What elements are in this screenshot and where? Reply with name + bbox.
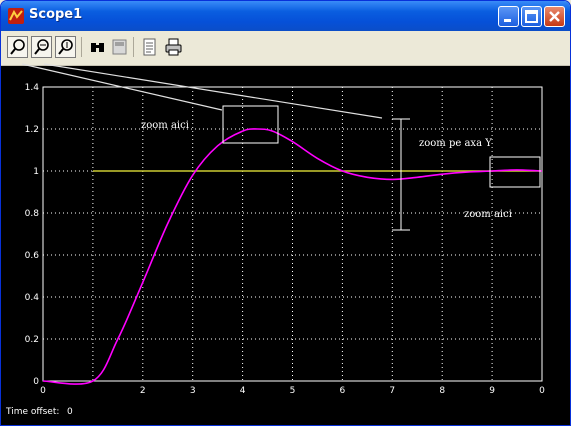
zoom-box-steady	[489, 156, 541, 188]
params-icon	[143, 38, 156, 56]
x-tick-label: 6	[340, 386, 346, 396]
print-button[interactable]	[163, 36, 184, 58]
x-tick-label: 9	[489, 386, 495, 396]
close-button[interactable]	[544, 6, 565, 27]
title-bar[interactable]: Scope1	[1, 1, 570, 31]
annotation-zoom-y: zoom pe axa Y	[419, 138, 492, 149]
x-tick-label: 8	[439, 386, 445, 396]
y-tick-label: 1.4	[25, 83, 40, 93]
y-tick-label: 0.2	[25, 335, 39, 345]
annotation-zoom-right: zoom aici	[464, 209, 512, 220]
annotation-zoom-top: zoom aici	[141, 120, 189, 131]
window-title: Scope1	[29, 7, 83, 22]
y-tick-label: 0.4	[25, 293, 40, 303]
zoom-y-icon	[58, 39, 73, 55]
toolbar-separator	[81, 37, 82, 57]
y-tick-label: 1	[33, 167, 39, 177]
time-offset-value: 0	[67, 407, 73, 417]
zoom-box-overshoot	[222, 105, 279, 144]
zoom-y-button[interactable]	[55, 36, 76, 58]
x-tick-label: 5	[290, 386, 296, 396]
save-axes-button[interactable]	[109, 36, 130, 58]
time-offset-label: Time offset:	[6, 407, 60, 417]
print-icon	[165, 38, 182, 56]
simulink-icon	[8, 8, 24, 24]
zoom-button[interactable]	[7, 36, 28, 58]
x-tick-label: 4	[240, 386, 246, 396]
minimize-icon	[504, 19, 511, 22]
toolbar-separator	[133, 37, 134, 57]
save-axes-icon	[112, 39, 127, 55]
zoom-x-icon	[34, 39, 49, 55]
y-tick-label: 0.6	[25, 251, 40, 261]
x-tick-label: 0	[539, 386, 545, 396]
maximize-icon	[525, 10, 538, 23]
x-tick-label: 3	[190, 386, 196, 396]
binoculars-icon	[91, 43, 104, 52]
maximize-button[interactable]	[521, 6, 542, 27]
parameters-button[interactable]	[139, 36, 160, 58]
x-tick-label: 2	[140, 386, 146, 396]
close-icon	[549, 11, 560, 22]
scope-chart[interactable]: 0 2 3 4 5 6 7 8 9 000.20.40.60.811.21.4zoom aiciz…	[1, 66, 570, 403]
minimize-button[interactable]	[498, 6, 519, 27]
zoom-x-button[interactable]	[31, 36, 52, 58]
scope-plot-area[interactable]: 0 2 3 4 5 6 7 8 9 0 0 0.2 0.4 0.6 0.8 1 1.2 1.4 zoom aici z…	[1, 66, 570, 403]
x-tick-label: 7	[389, 386, 395, 396]
scope-window: Scope1 0 2 3 4 5 6 7 8 9 0 0 0.2 0.4 0.6…	[0, 0, 571, 426]
toolbar	[1, 31, 570, 66]
y-tick-label: 1.2	[25, 125, 39, 135]
status-bar: Time offset: 0	[1, 403, 570, 425]
y-tick-label: 0.8	[25, 209, 40, 219]
y-tick-label: 0	[33, 377, 39, 387]
x-tick-label: 0	[40, 386, 46, 396]
zoom-in-icon	[10, 39, 25, 55]
autoscale-button[interactable]	[87, 36, 108, 58]
